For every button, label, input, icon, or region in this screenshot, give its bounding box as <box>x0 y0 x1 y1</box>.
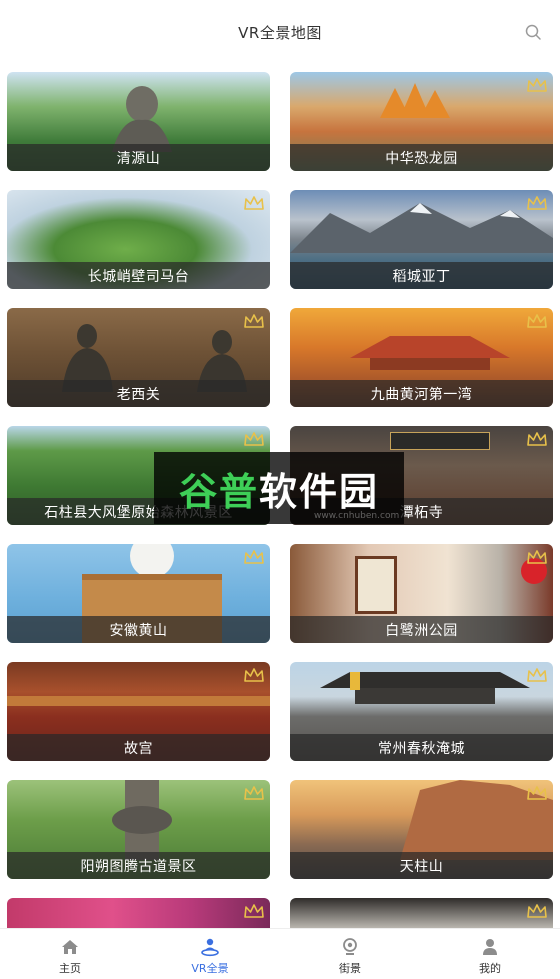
roof-band <box>7 696 270 706</box>
card-label: 稻城亚丁 <box>392 268 451 285</box>
street-view-icon <box>343 938 357 955</box>
crown-icon <box>527 786 547 800</box>
card-label: 白鹭洲公园 <box>385 622 458 639</box>
card-label: 老西关 <box>116 386 161 403</box>
tab-vr[interactable]: VR全景 <box>140 929 280 979</box>
card-label: 清源山 <box>116 150 161 167</box>
crown-icon <box>527 78 547 92</box>
scenic-card-dinosaur-park[interactable]: 中华恐龙园 <box>290 72 553 171</box>
temple-plaque <box>390 432 490 450</box>
vr-icon <box>201 938 219 957</box>
scenic-card-partial-right[interactable] <box>290 898 553 928</box>
mountain-shape <box>290 203 553 253</box>
crown-icon <box>527 432 547 446</box>
tent-roof-shape <box>380 83 450 118</box>
scenic-card-qingyuanshan[interactable]: 清源山 <box>7 72 270 171</box>
scenic-card-yancheng[interactable]: 常州春秋淹城 <box>290 662 553 761</box>
temple-roof-shape <box>350 336 510 370</box>
scenic-card-partial-left[interactable] <box>7 898 270 928</box>
page-title: VR全景地图 <box>238 23 322 42</box>
card-label: 天柱山 <box>399 858 444 875</box>
home-icon <box>62 940 78 954</box>
watermark-text-green: 谷普 <box>178 469 259 514</box>
scenic-card-bailuzhou[interactable]: 白鹭洲公园 <box>290 544 553 643</box>
tab-home[interactable]: 主页 <box>0 929 140 979</box>
tab-profile[interactable]: 我的 <box>420 929 560 979</box>
card-label: 潭柘寺 <box>399 504 444 521</box>
crown-icon <box>527 550 547 564</box>
scenic-card-simatai[interactable]: 长城峭壁司马台 <box>7 190 270 289</box>
scenic-card-yangshuo[interactable]: 阳朔图腾古道景区 <box>7 780 270 879</box>
card-label: 故宫 <box>124 740 153 757</box>
profile-icon <box>483 939 497 955</box>
totem-shape <box>112 780 172 860</box>
search-icon[interactable] <box>524 23 542 41</box>
card-label: 常州春秋淹城 <box>378 740 465 757</box>
crown-icon <box>527 196 547 210</box>
scenic-card-laoxiguan[interactable]: 老西关 <box>7 308 270 407</box>
tab-label: VR全景 <box>191 962 229 975</box>
gate-tower-shape <box>320 672 530 704</box>
scenic-card-huangshan[interactable]: 安徽黄山 <box>7 544 270 643</box>
scenic-card-daocheng-yading[interactable]: 稻城亚丁 <box>290 190 553 289</box>
top-bar: VR全景地图 <box>0 0 560 64</box>
statue-shape <box>112 86 172 152</box>
watermark-text-white: 软件园 <box>259 469 380 514</box>
crown-icon <box>244 196 264 210</box>
scenic-card-jiuqu-huanghe[interactable]: 九曲黄河第一湾 <box>290 308 553 407</box>
card-label: 中华恐龙园 <box>385 150 458 167</box>
watermark-overlay: 谷普软件园 www.cnhuben.com <box>154 452 404 524</box>
crown-icon <box>527 314 547 328</box>
crown-icon <box>244 786 264 800</box>
crown-icon <box>244 550 264 564</box>
tab-label: 我的 <box>479 962 501 975</box>
scenic-card-tianzhushan[interactable]: 天柱山 <box>290 780 553 879</box>
painting-frame <box>355 556 397 614</box>
watermark-url: www.cnhuben.com <box>314 511 400 521</box>
card-label: 长城峭壁司马台 <box>87 268 190 285</box>
watermark-text: 谷普软件园 <box>179 461 379 516</box>
bottom-tab-bar: 主页 VR全景 街景 我的 <box>0 928 560 979</box>
crown-icon <box>244 904 264 918</box>
crown-icon <box>244 432 264 446</box>
scenic-card-gugong[interactable]: 故宫 <box>7 662 270 761</box>
tab-label: 主页 <box>59 962 81 975</box>
scenic-photo <box>7 898 270 928</box>
crown-icon <box>244 314 264 328</box>
crown-icon <box>244 668 264 682</box>
card-label: 九曲黄河第一湾 <box>370 386 473 403</box>
crown-icon <box>527 904 547 918</box>
card-label: 阳朔图腾古道景区 <box>80 858 197 875</box>
crown-icon <box>527 668 547 682</box>
tab-label: 街景 <box>339 962 361 975</box>
tab-street-view[interactable]: 街景 <box>280 929 420 979</box>
scenic-photo <box>290 898 553 928</box>
card-label: 安徽黄山 <box>109 622 168 639</box>
